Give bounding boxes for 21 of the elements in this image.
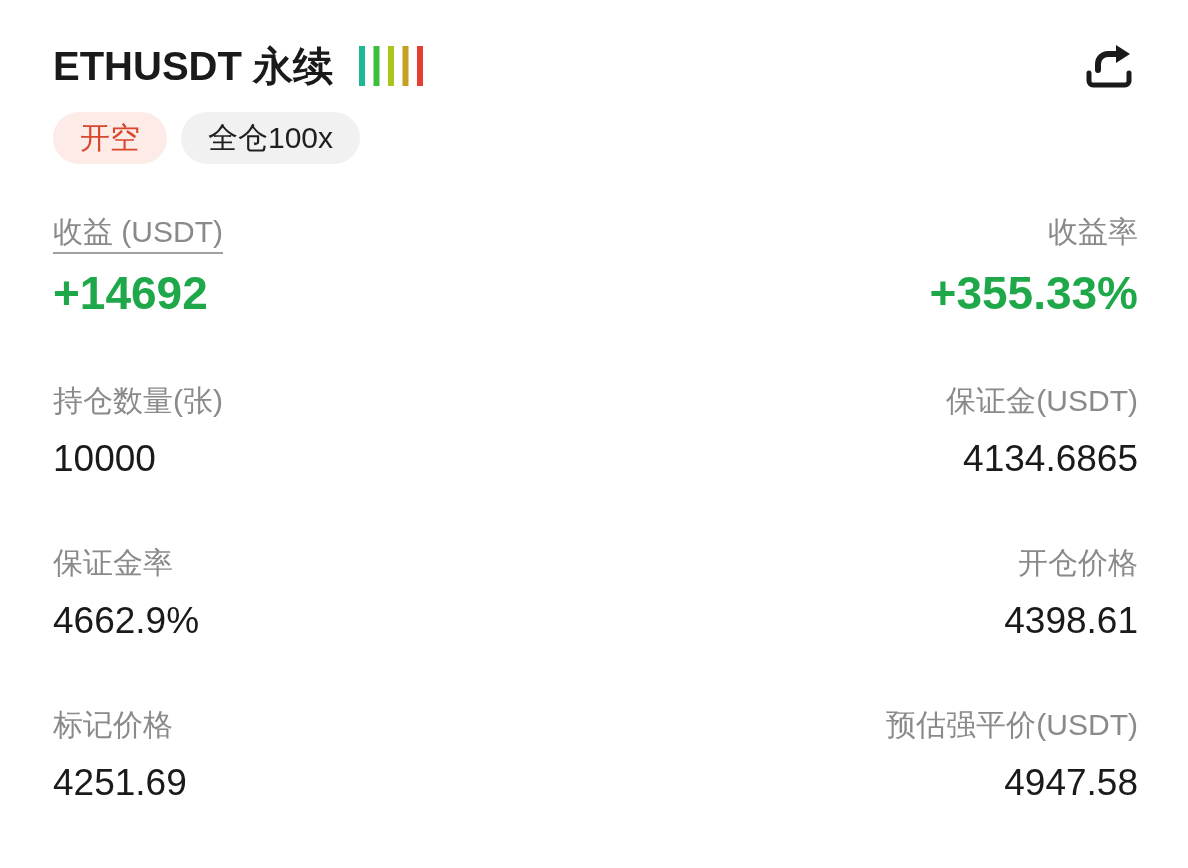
field-label: 开仓价格 — [1018, 545, 1138, 581]
position-side-tag: 开空 — [53, 112, 167, 164]
field-value: 10000 — [53, 437, 156, 481]
field-value: 4134.6865 — [963, 437, 1138, 481]
field-value: 4947.58 — [1004, 761, 1138, 805]
summary-label[interactable]: 收益 (USDT) — [53, 212, 223, 254]
color-bars-icon — [359, 46, 423, 86]
field-label: 持仓数量(张) — [53, 383, 223, 419]
margin-mode-tag: 全仓100x — [181, 112, 361, 164]
field-value: 4251.69 — [53, 761, 187, 805]
field-label: 保证金率 — [53, 545, 173, 581]
field-value: 4662.9% — [53, 599, 200, 643]
summary-value: +355.33% — [929, 266, 1138, 321]
summary-label: 收益率 — [1048, 214, 1138, 250]
field-value: 4398.61 — [1004, 599, 1138, 643]
share-icon[interactable] — [1086, 44, 1132, 88]
field-label: 标记价格 — [53, 707, 173, 743]
contract-title: ETHUSDT 永续 — [53, 43, 333, 90]
field-label: 预估强平价(USDT) — [886, 707, 1138, 743]
summary-value: +14692 — [53, 266, 208, 321]
field-label: 保证金(USDT) — [946, 383, 1138, 419]
